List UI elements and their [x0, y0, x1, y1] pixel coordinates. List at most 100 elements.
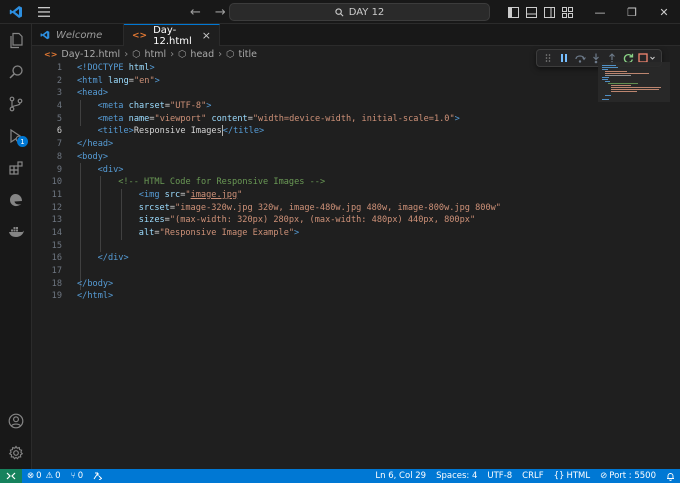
token: > — [149, 63, 155, 73]
token: "UTF-8" — [170, 101, 207, 112]
breadcrumb-head[interactable]: head — [190, 49, 214, 60]
token: <div> — [97, 164, 124, 175]
token: </title> — [222, 126, 265, 137]
line-number: 14 — [51, 227, 62, 238]
token: </head> — [77, 139, 114, 150]
braces-icon: {} — [553, 471, 565, 481]
token: "(max-width: 320px) 280px, (max-width: 4… — [169, 215, 476, 226]
minimap-line — [605, 71, 627, 72]
editor-tabs: Welcome <> Day-12.html × — [32, 24, 680, 47]
forward-arrow-icon[interactable]: → — [215, 5, 226, 20]
status-bar-right: Ln 6, Col 29 Spaces: 4 UTF-8 CRLF {} HTM… — [370, 469, 680, 483]
cursor-position[interactable]: Ln 6, Col 29 — [370, 469, 431, 483]
line-number: 9 — [56, 164, 62, 175]
token: content — [206, 113, 248, 124]
minimap-line — [605, 73, 649, 74]
chevron-right-icon: › — [218, 48, 223, 60]
search-view-icon[interactable] — [0, 56, 32, 88]
navigation-arrows: ← → — [190, 0, 226, 24]
html-file-icon: <> — [44, 49, 58, 59]
title-bar-controls: — ❐ ✕ — [504, 0, 680, 24]
code-line: <html lang="en"> — [77, 75, 501, 88]
live-share-icon[interactable] — [88, 469, 107, 483]
account-icon[interactable] — [0, 405, 32, 437]
chevron-right-icon: › — [170, 48, 175, 60]
live-server-port[interactable]: ⊘ Port : 5500 — [595, 469, 661, 483]
tab-day-12-html[interactable]: <> Day-12.html × — [124, 24, 220, 47]
token: src — [164, 189, 181, 200]
code-line: </head> — [77, 138, 501, 151]
code-line-current: <title>Responsive Images</title> — [77, 125, 501, 138]
encoding[interactable]: UTF-8 — [482, 469, 517, 483]
ports-indicator[interactable]: ⑂ 0 — [66, 469, 89, 483]
token: <!DOCTYPE — [77, 63, 129, 73]
line-number-gutter: 1 2 3 4 5 6 7 8 9 10 11 12 13 14 15 16 1… — [32, 62, 62, 303]
symbol-icon: ⬡ — [178, 48, 187, 60]
problems-indicator[interactable]: ⊗ 0 ⚠ 0 — [22, 469, 66, 483]
tab-welcome[interactable]: Welcome — [32, 24, 124, 46]
error-count: 0 — [36, 471, 42, 481]
minimap-line — [611, 91, 637, 92]
token: <meta — [97, 101, 129, 112]
toggle-panel-icon[interactable] — [522, 0, 540, 24]
code-editor[interactable]: 1 2 3 4 5 6 7 8 9 10 11 12 13 14 15 16 1… — [32, 62, 680, 469]
token: Responsive Images — [133, 126, 222, 137]
line-number: 10 — [51, 177, 62, 188]
language-mode-icon[interactable]: {} HTML — [549, 469, 595, 483]
customize-layout-icon[interactable] — [558, 0, 576, 24]
minimap-line — [605, 75, 631, 76]
token: <html — [77, 75, 109, 86]
minimap-line — [602, 69, 608, 70]
line-number: 3 — [56, 88, 62, 99]
close-tab-icon[interactable]: × — [202, 29, 211, 42]
end-of-line[interactable]: CRLF — [517, 469, 548, 483]
status-bar: ⊗ 0 ⚠ 0 ⑂ 0 Ln 6, Col 29 Spaces: 4 UTF-8… — [0, 469, 680, 483]
restore-button[interactable]: ❐ — [616, 0, 648, 24]
explorer-icon[interactable] — [0, 24, 32, 56]
token: > — [454, 113, 460, 124]
edge-icon[interactable] — [0, 184, 32, 216]
code-line: </html> — [77, 290, 501, 303]
token: </div> — [97, 253, 129, 264]
minimap[interactable] — [598, 62, 670, 102]
indentation[interactable]: Spaces: 4 — [431, 469, 482, 483]
remote-indicator-icon[interactable] — [0, 469, 22, 483]
code-line: <div> — [77, 164, 501, 177]
breadcrumb-html[interactable]: html — [144, 49, 166, 60]
code-line: </body> — [77, 278, 501, 291]
code-line: <head> — [77, 87, 501, 100]
tab-label: Day-12.html — [153, 24, 192, 47]
source-control-icon[interactable] — [0, 88, 32, 120]
token: lang — [108, 75, 129, 86]
token: " — [237, 189, 243, 200]
menu-icon[interactable] — [32, 0, 56, 24]
run-debug-icon[interactable]: 1 — [0, 120, 32, 152]
settings-gear-icon[interactable] — [0, 437, 32, 469]
minimap-line — [611, 85, 631, 86]
token-link[interactable]: image.jpg — [191, 190, 238, 200]
minimap-line — [602, 65, 616, 66]
minimize-button[interactable]: — — [584, 0, 616, 24]
back-arrow-icon[interactable]: ← — [190, 5, 201, 20]
port-label: Port : 5500 — [609, 471, 656, 481]
toggle-secondary-sidebar-icon[interactable] — [540, 0, 558, 24]
breadcrumb-title[interactable]: title — [238, 49, 257, 60]
vscode-logo-icon — [40, 30, 50, 40]
line-number: 11 — [51, 189, 62, 200]
notifications-bell-icon[interactable] — [661, 469, 680, 483]
breadcrumb-file[interactable]: Day-12.html — [61, 49, 120, 60]
minimap-line — [611, 89, 659, 90]
minimap-line — [602, 99, 609, 100]
toggle-primary-sidebar-icon[interactable] — [504, 0, 522, 24]
close-button[interactable]: ✕ — [648, 0, 680, 24]
token: </html> — [77, 291, 114, 302]
token: "image-320w.jpg 320w, image-480w.jpg 480… — [175, 202, 501, 213]
broadcast-icon: ⊘ — [600, 471, 608, 481]
extensions-icon[interactable] — [0, 152, 32, 184]
docker-icon[interactable] — [0, 216, 32, 248]
html-file-icon: <> — [132, 30, 148, 41]
code-line: <!DOCTYPE html> — [77, 62, 501, 75]
command-center-search[interactable]: DAY 12 — [229, 3, 490, 21]
line-number: 2 — [56, 75, 62, 86]
